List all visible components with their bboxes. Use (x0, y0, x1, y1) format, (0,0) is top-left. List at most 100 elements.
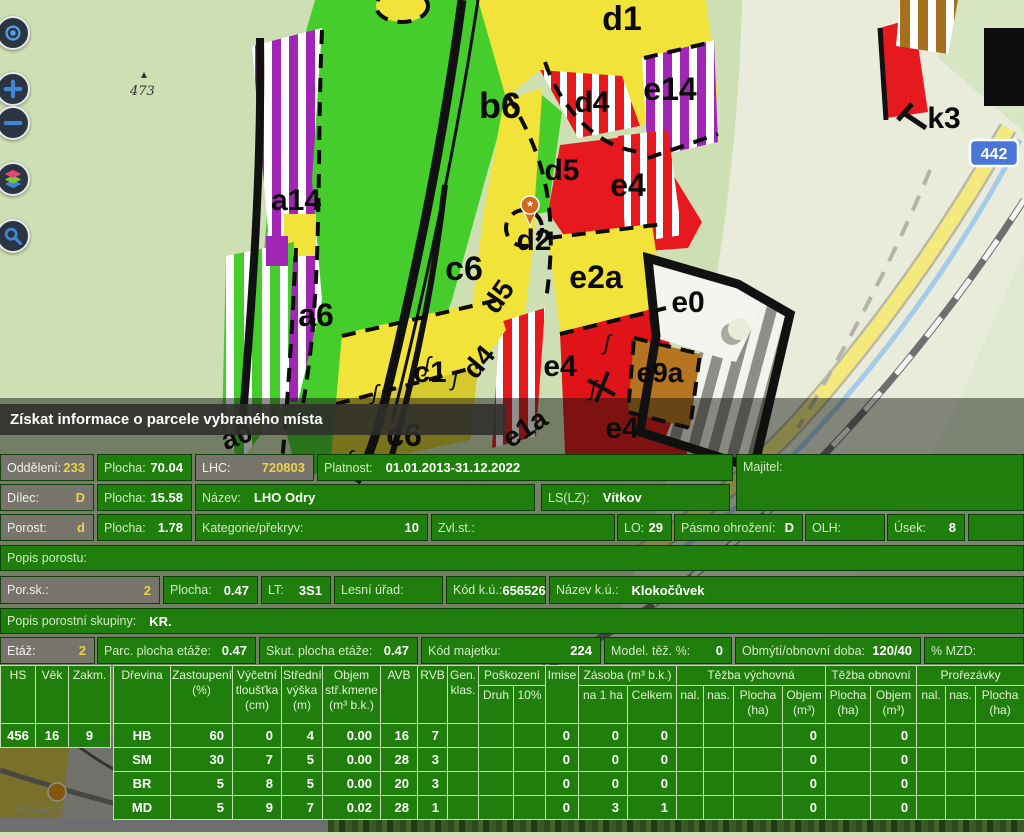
table-cell (917, 724, 946, 748)
table-cell: 3 (418, 748, 448, 772)
field-value: 70.04 (150, 460, 185, 475)
field-label: Parc. plocha etáže: (104, 644, 211, 658)
parcel-label: k3 (927, 102, 960, 135)
field-label: LS(LZ): (548, 491, 590, 505)
column-header: Střední výška (m) (282, 666, 323, 724)
field-value: 233 (63, 460, 87, 475)
info-cell: Etáž:2 (0, 637, 95, 664)
table-cell: 9 (69, 724, 111, 748)
info-cell: LHC:720803 (195, 454, 314, 481)
column-header: Zakm. (69, 666, 111, 724)
field-label: Platnost: (324, 461, 373, 475)
parcel-label: b6 (479, 85, 521, 126)
table-cell: 0 (783, 796, 826, 820)
field-label: Plocha: (104, 521, 146, 535)
table-cell (704, 796, 734, 820)
table-cell: 5 (282, 748, 323, 772)
column-header: na 1 ha (579, 686, 628, 724)
table-cell (976, 724, 1024, 748)
column-header: Objem (m³) (871, 686, 917, 724)
table-cell (917, 748, 946, 772)
table-cell (734, 796, 783, 820)
field-label: Skut. plocha etáže: (266, 644, 372, 658)
parcel-label: e14 (643, 71, 697, 107)
info-cell: Skut. plocha etáže:0.47 (259, 637, 418, 664)
field-label: Úsek: (894, 521, 926, 535)
info-cell: LO:29 (617, 514, 672, 541)
field-label: Popis porostu: (7, 551, 87, 565)
table-cell (448, 772, 479, 796)
field-value: 1.78 (158, 520, 185, 535)
table-row: MD5970.0228103100 (114, 796, 1024, 820)
table-cell: 4 (282, 724, 323, 748)
column-header: Objem (m³) (783, 686, 826, 724)
table-cell: 0.00 (323, 772, 381, 796)
table-cell (677, 748, 704, 772)
field-label: LT: (268, 583, 284, 597)
column-header: Plocha (ha) (976, 686, 1024, 724)
parcel-label: e4 (543, 350, 577, 383)
table-cell: 16 (381, 724, 418, 748)
field-value: 3S1 (299, 583, 324, 598)
table-cell (976, 772, 1024, 796)
layers-icon (2, 168, 24, 190)
info-cell: Kategorie/překryv:10 (195, 514, 428, 541)
column-header: nas. (946, 686, 976, 724)
field-value: 0 (716, 643, 725, 658)
field-value: d (77, 520, 87, 535)
table-cell: BR (114, 772, 171, 796)
table-cell: 0 (546, 724, 579, 748)
table-cell: 5 (171, 796, 233, 820)
field-value: 2 (144, 583, 153, 598)
field-label: Plocha: (104, 461, 146, 475)
field-label: LO: (624, 521, 644, 535)
table-cell (479, 724, 514, 748)
column-header: Výčetní tloušťka (cm) (233, 666, 282, 724)
info-cell: Dílec:D (0, 484, 94, 511)
table-cell (448, 796, 479, 820)
field-value: 224 (570, 643, 594, 658)
target-icon (2, 22, 24, 44)
table-cell (448, 724, 479, 748)
table-cell (946, 724, 976, 748)
table-cell: 0 (871, 724, 917, 748)
field-label: Kód k.ú.: (453, 583, 502, 597)
table-cell: 0 (579, 772, 628, 796)
column-header: Těžba obnovní (826, 666, 917, 686)
field-label: Kód majetku: (428, 644, 501, 658)
info-cell: Plocha: 70.04 (97, 454, 192, 481)
table-cell: 0 (783, 724, 826, 748)
species-table: DřevinaZastoupení (%)Výčetní tloušťka (c… (113, 665, 1024, 820)
info-cell: Kód majetku: 224 (421, 637, 601, 664)
table-cell (479, 772, 514, 796)
table-cell (946, 748, 976, 772)
table-cell: 9 (233, 796, 282, 820)
field-value: 656526 (502, 583, 547, 598)
table-row: SM30750.0028300000 (114, 748, 1024, 772)
column-header: 10% (514, 686, 546, 724)
table-cell: 0 (579, 724, 628, 748)
column-header: Druh (479, 686, 514, 724)
table-cell (826, 748, 871, 772)
field-value: Klokočůvek (632, 583, 705, 598)
info-cell (968, 514, 1024, 541)
table-cell (976, 796, 1024, 820)
field-label: Plocha: (104, 491, 146, 505)
table-cell: 20 (381, 772, 418, 796)
field-value: 01.01.2013-31.12.2022 (386, 460, 520, 475)
table-cell (734, 748, 783, 772)
table-cell: 7 (233, 748, 282, 772)
column-header: Těžba výchovná (677, 666, 826, 686)
info-cell: Název:LHO Odry (195, 484, 535, 511)
table-cell (946, 796, 976, 820)
info-cell: Parc. plocha etáže:0.47 (97, 637, 256, 664)
plus-icon (2, 78, 24, 100)
table-cell: 30 (171, 748, 233, 772)
table-cell: 28 (381, 748, 418, 772)
table-cell (704, 748, 734, 772)
table-cell: 7 (282, 796, 323, 820)
table-cell (514, 772, 546, 796)
table-cell: 16 (36, 724, 69, 748)
table-cell (479, 796, 514, 820)
table-cell (677, 724, 704, 748)
